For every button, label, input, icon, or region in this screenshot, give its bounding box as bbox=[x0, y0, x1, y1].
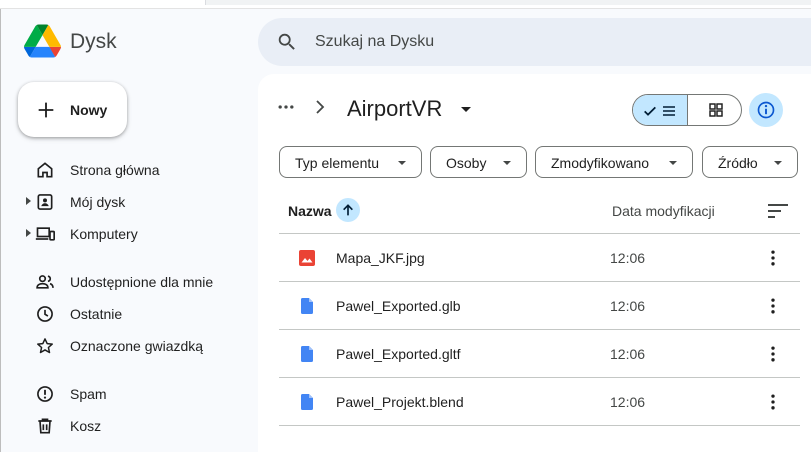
arrow-up-icon bbox=[343, 204, 353, 216]
filter-chip-label: Osoby bbox=[446, 155, 487, 171]
file-modified: 12:06 bbox=[610, 346, 646, 362]
plus-icon bbox=[38, 102, 54, 118]
sidebar-item-label: Komputery bbox=[70, 226, 138, 242]
grid-view-button[interactable] bbox=[688, 95, 741, 125]
filter-chip-label: Źródło bbox=[718, 155, 758, 171]
sidebar-item-label: Ostatnie bbox=[70, 306, 123, 322]
search-bar[interactable]: Szukaj na Dysku bbox=[258, 18, 811, 66]
filter-modified-chip[interactable]: Zmodyfikowano bbox=[535, 146, 693, 178]
list-icon bbox=[663, 106, 675, 116]
clock-icon bbox=[37, 306, 53, 322]
document-file-icon bbox=[301, 346, 313, 362]
breadcrumb-chevron-icon bbox=[316, 100, 325, 114]
spam-icon bbox=[37, 386, 53, 402]
sidebar-item-label: Oznaczone gwiazdką bbox=[70, 338, 204, 354]
grid-icon bbox=[709, 103, 723, 117]
table-row[interactable]: Pawel_Projekt.blend 12:06 bbox=[279, 378, 800, 426]
document-file-icon bbox=[301, 394, 313, 410]
column-header-modified[interactable]: Data modyfikacji bbox=[612, 203, 715, 219]
page-title[interactable]: AirportVR bbox=[347, 96, 442, 122]
home-icon bbox=[37, 162, 53, 178]
sidebar-item-recent[interactable]: Ostatnie bbox=[14, 298, 244, 330]
filter-chip-label: Typ elementu bbox=[295, 155, 380, 171]
browser-strip-segment bbox=[205, 0, 811, 5]
more-vert-icon[interactable] bbox=[763, 248, 783, 268]
filter-chip-label: Zmodyfikowano bbox=[551, 155, 650, 171]
filter-type-chip[interactable]: Typ elementu bbox=[279, 146, 422, 178]
sidebar-item-label: Strona główna bbox=[70, 162, 160, 178]
sidebar-item-label: Kosz bbox=[70, 418, 102, 434]
file-modified: 12:06 bbox=[610, 250, 646, 266]
app-title: Dysk bbox=[70, 30, 117, 53]
sidebar-item-label: Spam bbox=[70, 386, 107, 402]
trash-icon bbox=[38, 418, 52, 434]
sidebar-item-computers[interactable]: Komputery bbox=[14, 218, 244, 250]
sidebar-item-home[interactable]: Strona główna bbox=[14, 154, 244, 186]
chevron-down-icon bbox=[669, 161, 677, 165]
file-modified: 12:06 bbox=[610, 394, 646, 410]
image-file-icon bbox=[299, 250, 315, 266]
chevron-down-icon bbox=[774, 161, 782, 165]
window-left-edge bbox=[0, 9, 1, 452]
more-vert-icon[interactable] bbox=[763, 296, 783, 316]
file-name[interactable]: Pawel_Exported.glb bbox=[336, 298, 461, 314]
sort-options-icon[interactable] bbox=[767, 202, 789, 220]
view-toggle bbox=[632, 94, 742, 126]
check-icon bbox=[644, 106, 656, 116]
table-row[interactable]: Pawel_Exported.glb 12:06 bbox=[279, 282, 800, 330]
chevron-down-icon[interactable] bbox=[461, 107, 471, 112]
my-drive-icon bbox=[37, 194, 53, 210]
file-name[interactable]: Pawel_Exported.gltf bbox=[336, 346, 461, 362]
browser-top-strip bbox=[0, 0, 811, 9]
expand-arrow-icon[interactable] bbox=[26, 229, 31, 237]
more-vert-icon[interactable] bbox=[763, 392, 783, 412]
new-button-label: Nowy bbox=[70, 102, 108, 118]
sidebar-item-trash[interactable]: Kosz bbox=[14, 410, 244, 442]
more-horiz-icon[interactable] bbox=[276, 97, 296, 117]
details-button[interactable] bbox=[749, 93, 783, 127]
sidebar-item-starred[interactable]: Oznaczone gwiazdką bbox=[14, 330, 244, 362]
file-name[interactable]: Mapa_JKF.jpg bbox=[336, 250, 425, 266]
filter-people-chip[interactable]: Osoby bbox=[430, 146, 527, 178]
table-row[interactable]: Mapa_JKF.jpg 12:06 bbox=[279, 234, 800, 282]
sidebar-item-label: Udostępnione dla mnie bbox=[70, 274, 214, 290]
computers-icon bbox=[35, 227, 55, 241]
sidebar-item-spam[interactable]: Spam bbox=[14, 378, 244, 410]
sidebar-item-my-drive[interactable]: Mój dysk bbox=[14, 186, 244, 218]
file-modified: 12:06 bbox=[610, 298, 646, 314]
list-view-button[interactable] bbox=[633, 95, 688, 125]
file-name[interactable]: Pawel_Projekt.blend bbox=[336, 394, 464, 410]
sort-direction-button[interactable] bbox=[336, 198, 360, 222]
table-row[interactable]: Pawel_Exported.gltf 12:06 bbox=[279, 330, 800, 378]
star-icon bbox=[37, 338, 53, 354]
search-icon[interactable] bbox=[276, 31, 298, 53]
more-vert-icon[interactable] bbox=[763, 344, 783, 364]
filter-source-chip[interactable]: Źródło bbox=[702, 146, 798, 178]
new-button[interactable]: Nowy bbox=[18, 82, 127, 137]
chevron-down-icon bbox=[503, 161, 511, 165]
main-panel: AirportVR Typ elementu Osoby Zmodyfikowa… bbox=[258, 74, 811, 452]
people-icon bbox=[36, 275, 54, 289]
google-drive-logo[interactable] bbox=[24, 24, 61, 58]
info-icon bbox=[757, 101, 775, 119]
expand-arrow-icon[interactable] bbox=[26, 197, 31, 205]
document-file-icon bbox=[301, 298, 313, 314]
search-input[interactable]: Szukaj na Dysku bbox=[315, 33, 434, 51]
sidebar-item-shared[interactable]: Udostępnione dla mnie bbox=[14, 266, 244, 298]
chevron-down-icon bbox=[398, 161, 406, 165]
column-header-name[interactable]: Nazwa bbox=[288, 203, 332, 219]
table-header: Nazwa Data modyfikacji bbox=[279, 190, 800, 234]
sidebar-item-label: Mój dysk bbox=[70, 194, 126, 210]
